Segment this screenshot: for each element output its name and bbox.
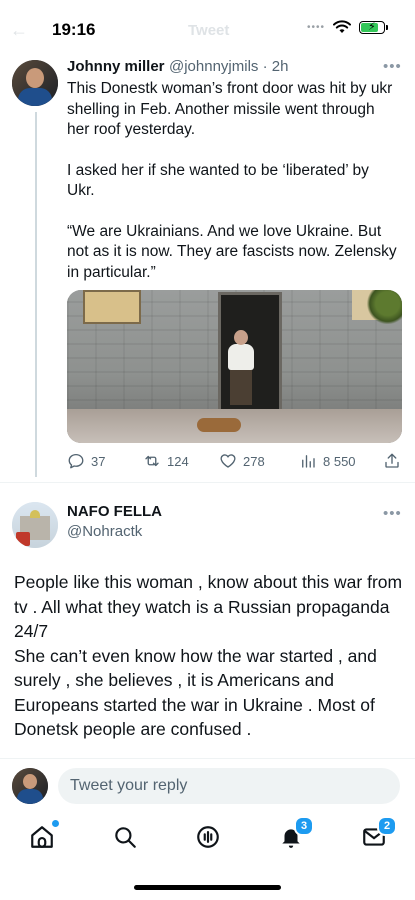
author-avatar[interactable] — [12, 60, 58, 106]
reply-more-icon[interactable]: ••• — [383, 505, 402, 522]
reply-button[interactable]: 37 — [67, 452, 105, 470]
reply-text: People like this woman , know about this… — [14, 570, 404, 742]
search-icon — [115, 827, 136, 848]
status-time: 19:16 — [52, 20, 96, 39]
tweet-paragraph: This Donestk woman’s front door was hit … — [67, 80, 397, 138]
share-icon — [385, 453, 399, 468]
tab-spaces[interactable] — [193, 822, 223, 852]
tab-messages[interactable]: 2 — [359, 816, 397, 852]
views-count: 8 550 — [323, 453, 356, 469]
tab-notifications[interactable]: 3 — [276, 816, 314, 852]
battery-charging-icon: ⚡ — [359, 20, 388, 34]
tab-search[interactable] — [110, 822, 140, 852]
home-indicator — [134, 885, 281, 890]
home-icon — [31, 826, 53, 848]
reply-author-name[interactable]: NAFO FELLA — [67, 503, 162, 521]
wifi-icon — [333, 20, 351, 33]
divider — [0, 758, 415, 759]
tweet-paragraph: I asked her if she wanted to be ‘liberat… — [67, 161, 374, 200]
header-title: Tweet — [188, 22, 230, 39]
reply-paragraph: She can’t even know how the war started … — [14, 645, 377, 740]
tab-home[interactable] — [27, 820, 59, 852]
heart-icon — [220, 454, 236, 468]
reply-paragraph: People like this woman , know about this… — [14, 572, 403, 641]
tweet-header: Johnny miller @johnnyjmils · 2h — [67, 58, 288, 76]
tweet-actions: 37 124 278 8 550 — [67, 452, 402, 472]
tweet-photo[interactable] — [67, 290, 402, 443]
author-name[interactable]: Johnny miller — [67, 58, 165, 75]
retweet-count: 124 — [167, 453, 189, 469]
reply-icon — [68, 453, 84, 469]
tweet-more-icon[interactable]: ••• — [383, 58, 402, 75]
divider — [0, 482, 415, 483]
views-button[interactable]: 8 550 — [299, 452, 356, 470]
notifications-badge: 3 — [294, 816, 314, 836]
tweet-paragraph: “We are Ukrainians. And we love Ukraine.… — [67, 222, 401, 281]
reply-count: 37 — [91, 453, 106, 469]
tweet-text: This Donestk woman’s front door was hit … — [67, 79, 397, 303]
retweet-icon — [145, 455, 159, 467]
my-avatar[interactable] — [12, 768, 48, 804]
reply-author-avatar[interactable] — [12, 502, 58, 548]
signal-dots-icon: •••• — [306, 21, 325, 33]
like-button[interactable]: 278 — [219, 452, 265, 470]
status-icons: •••• ⚡ — [306, 20, 388, 34]
thread-line — [35, 112, 37, 477]
like-count: 278 — [243, 453, 265, 469]
messages-badge: 2 — [377, 816, 397, 836]
retweet-button[interactable]: 124 — [143, 452, 189, 470]
views-icon — [302, 455, 315, 468]
home-notification-dot — [52, 820, 59, 827]
spaces-icon — [197, 826, 219, 848]
back-arrow-icon[interactable]: ← — [10, 20, 28, 41]
share-button[interactable] — [383, 452, 401, 470]
reply-input[interactable] — [58, 768, 400, 804]
author-meta: @johnnyjmils · 2h — [168, 58, 289, 75]
reply-author-handle: @Nohractk — [67, 523, 143, 540]
